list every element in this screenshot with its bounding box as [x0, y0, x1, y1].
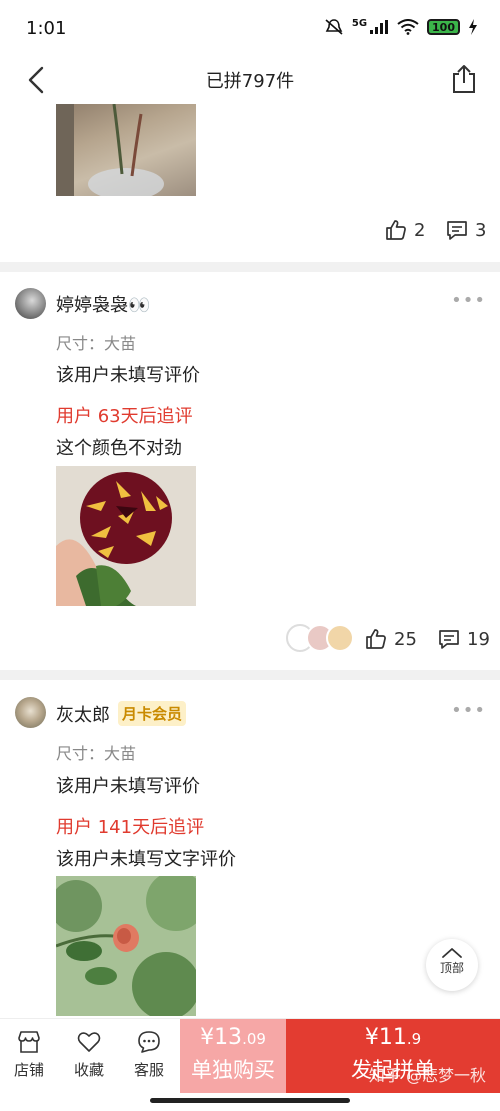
review-card: 婷婷袅袅👀 ••• 尺寸：大苗 该用户未填写评价 用户 63天后追评 这个颜色不… — [0, 272, 500, 670]
watermark: 知乎 @悲梦一秋 — [368, 1066, 486, 1085]
buy-single-button[interactable]: ¥13.09 单独购买 — [180, 1019, 286, 1093]
followup-label: 用户 63天后追评 — [56, 406, 193, 427]
signal-icon — [370, 20, 389, 34]
followup-text: 该用户未填写文字评价 — [56, 849, 236, 870]
page-title: 已拼797件 — [205, 71, 295, 92]
review-spec: 尺寸：大苗 — [56, 334, 137, 353]
review-text: 该用户未填写评价 — [56, 776, 200, 797]
like-count: 2 — [414, 219, 426, 241]
status-time: 1:01 — [26, 18, 67, 39]
charging-icon — [469, 19, 477, 35]
comment-button[interactable]: 3 — [445, 218, 486, 242]
tab-store[interactable]: 店铺 — [4, 1029, 54, 1080]
separator — [0, 670, 500, 680]
liker-avatar — [326, 624, 354, 652]
comment-count: 19 — [467, 628, 490, 650]
thumbs-up-icon — [386, 220, 406, 240]
review-photo[interactable] — [56, 876, 196, 1016]
review-spec: 尺寸：大苗 — [56, 744, 137, 763]
network-label: 5G — [351, 17, 368, 29]
followup-label: 用户 141天后追评 — [56, 817, 205, 838]
group-price: ¥11.9 — [364, 1025, 422, 1050]
like-button[interactable]: 25 — [364, 627, 417, 651]
more-icon[interactable]: ••• — [451, 700, 486, 721]
tab-store-label: 店铺 — [13, 1061, 44, 1079]
vase-photo-icon — [56, 104, 164, 196]
member-badge: 月卡会员 — [118, 701, 187, 726]
tab-favorite-label: 收藏 — [73, 1061, 104, 1079]
store-icon — [18, 1031, 40, 1053]
comment-button[interactable]: 19 — [437, 627, 490, 651]
avatar[interactable] — [15, 288, 46, 319]
nav-bar: 已拼797件 — [0, 58, 500, 104]
chevron-up-icon — [442, 948, 462, 958]
share-icon[interactable] — [446, 62, 482, 98]
home-indicator[interactable] — [150, 1098, 350, 1103]
tab-service[interactable]: 客服 — [124, 1029, 174, 1080]
review-photo[interactable] — [56, 104, 196, 196]
single-price: ¥13.09 — [200, 1025, 266, 1050]
separator — [0, 262, 500, 272]
comment-count: 3 — [475, 219, 487, 241]
back-to-top-label: 顶部 — [439, 961, 464, 975]
username[interactable]: 婷婷袅袅👀 — [56, 291, 150, 317]
tab-service-label: 客服 — [133, 1061, 164, 1079]
rosebud-photo-icon — [56, 876, 196, 1016]
mute-icon — [325, 19, 343, 35]
thumbs-up-icon — [366, 629, 386, 649]
review-text: 该用户未填写评价 — [56, 365, 200, 386]
rose-photo-icon — [56, 466, 196, 606]
review-card: 灰太郎 月卡会员 ••• 尺寸：大苗 该用户未填写评价 用户 141天后追评 该… — [0, 680, 500, 1018]
status-icons: 5G 100 — [324, 18, 478, 36]
like-count: 25 — [394, 628, 417, 650]
review-list[interactable]: 2 3 婷婷袅袅👀 ••• 尺寸：大苗 该用户未填写评价 用户 63天后追评 这… — [0, 104, 500, 1018]
battery-icon: 100 — [427, 19, 460, 35]
chat-icon — [138, 1031, 160, 1053]
previous-review: 2 3 — [0, 104, 500, 262]
comment-icon — [439, 630, 459, 649]
like-button[interactable]: 2 — [384, 218, 425, 242]
wifi-icon — [397, 19, 419, 35]
avatar[interactable] — [15, 697, 46, 728]
liker-avatars[interactable] — [286, 624, 354, 652]
heart-icon — [77, 1032, 101, 1052]
review-photo[interactable] — [56, 466, 196, 606]
comment-icon — [447, 221, 467, 240]
back-to-top-button[interactable]: 顶部 — [426, 939, 478, 991]
buy-single-label: 单独购买 — [191, 1058, 275, 1082]
more-icon[interactable]: ••• — [451, 290, 486, 311]
status-bar: 1:01 5G 100 — [0, 0, 500, 58]
username[interactable]: 灰太郎 — [56, 701, 110, 727]
followup-text: 这个颜色不对劲 — [56, 438, 182, 459]
tab-favorite[interactable]: 收藏 — [64, 1029, 114, 1080]
